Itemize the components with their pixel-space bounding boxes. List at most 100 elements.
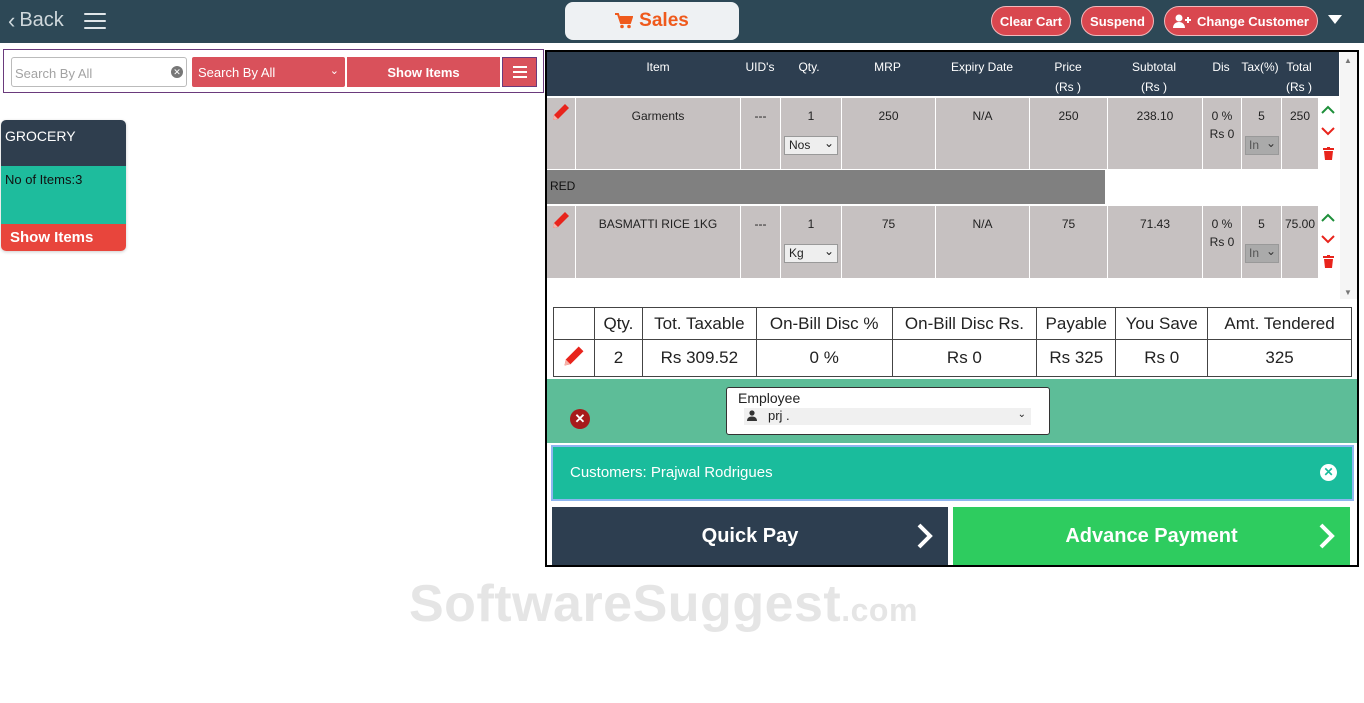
category-item-count: No of Items:3 xyxy=(1,166,126,224)
col-tax: Tax(%) xyxy=(1241,60,1279,74)
move-up-icon[interactable] xyxy=(1321,105,1335,115)
summary-tendered[interactable]: 325 xyxy=(1207,339,1352,377)
tax-value: 5 xyxy=(1258,217,1265,231)
cart-item-name: Garments xyxy=(575,98,740,169)
unit-select[interactable]: Nos ⌄ xyxy=(784,136,838,155)
arrow-right-icon xyxy=(1319,523,1335,549)
cart-item-name: BASMATTI RICE 1KG xyxy=(575,206,740,278)
cancel-icon[interactable]: ✕ xyxy=(570,409,590,429)
qty-value[interactable]: 1 xyxy=(781,217,841,231)
delete-icon[interactable] xyxy=(1323,255,1334,268)
suspend-button[interactable]: Suspend xyxy=(1081,6,1154,36)
cart-panel: Item UID's Qty. MRP Expiry Date Price (Rs… xyxy=(545,50,1359,567)
employee-select[interactable]: prj . ⌄ xyxy=(744,408,1031,425)
advance-payment-label: Advance Payment xyxy=(1065,524,1238,547)
cart-table: Item UID's Qty. MRP Expiry Date Price (Rs… xyxy=(547,52,1357,299)
show-items-button[interactable]: Show Items xyxy=(347,57,500,87)
cart-item-qty: 1 Kg ⌄ xyxy=(780,206,841,278)
summary-taxable: Rs 309.52 xyxy=(641,339,757,377)
summary-header: Tot. Taxable xyxy=(641,307,757,340)
summary-edit-cell xyxy=(553,339,595,377)
col-price: Price (Rs ) xyxy=(1030,57,1106,97)
scroll-down-icon[interactable]: ▼ xyxy=(1344,288,1352,297)
employee-strip: ✕ Employee prj . ⌄ xyxy=(547,379,1357,443)
quick-pay-button[interactable]: Quick Pay xyxy=(552,507,948,565)
page-title: Sales xyxy=(639,10,689,31)
back-chevron-icon: ‹ xyxy=(8,7,16,33)
cart-item-expiry: N/A xyxy=(935,98,1029,169)
cart-item-total: 75.00 xyxy=(1281,206,1318,278)
back-button[interactable]: ‹ Back xyxy=(8,9,64,32)
cart-item-price[interactable]: 250 xyxy=(1029,98,1107,169)
summary-qty: 2 xyxy=(593,339,643,377)
summary-header: Payable xyxy=(1036,307,1117,340)
customer-strip: Customers: Prajwal Rodrigues ✕ xyxy=(551,445,1354,501)
change-customer-button[interactable]: Change Customer xyxy=(1164,6,1318,36)
back-label: Back xyxy=(19,9,64,31)
caret-down-icon[interactable] xyxy=(1328,15,1342,24)
clear-cart-button[interactable]: Clear Cart xyxy=(991,6,1071,36)
close-icon[interactable]: ✕ xyxy=(1320,464,1337,481)
change-customer-label: Change Customer xyxy=(1197,13,1309,29)
summary-header: Qty. xyxy=(593,307,643,340)
col-total-label: Total xyxy=(1286,60,1312,74)
delete-icon[interactable] xyxy=(1323,147,1334,160)
scroll-up-icon[interactable]: ▲ xyxy=(1344,56,1352,65)
clear-search-icon[interactable]: ✕ xyxy=(171,66,183,78)
summary-values-row: 2 Rs 309.52 0 % Rs 0 Rs 325 Rs 0 325 xyxy=(553,339,1352,377)
tax-type-select[interactable]: In ⌄ xyxy=(1245,244,1279,263)
summary-header: You Save xyxy=(1115,307,1209,340)
category-show-items-button[interactable]: Show Items xyxy=(1,224,126,251)
row-actions xyxy=(1318,206,1339,278)
cart-item-total: 250 xyxy=(1281,98,1318,169)
col-subtotal-unit: (Rs ) xyxy=(1141,80,1167,94)
cart-item-tax: 5 In ⌄ xyxy=(1241,206,1281,278)
search-input[interactable] xyxy=(15,62,163,84)
summary-disc-rs[interactable]: Rs 0 xyxy=(891,339,1038,377)
bill-summary-table: Qty. Tot. Taxable On-Bill Disc % On-Bill… xyxy=(553,307,1352,377)
unit-select[interactable]: Kg ⌄ xyxy=(784,244,838,263)
cart-header: Item UID's Qty. MRP Expiry Date Price (Rs… xyxy=(547,52,1339,96)
category-card: GROCERY No of Items:3 Show Items xyxy=(1,120,126,251)
col-subtotal-label: Subtotal xyxy=(1131,60,1177,74)
qty-value[interactable]: 1 xyxy=(781,109,841,123)
sales-tab[interactable]: Sales xyxy=(565,2,739,40)
cart-row: BASMATTI RICE 1KG --- 1 Kg ⌄ 75 N/A 75 71… xyxy=(547,206,1339,278)
col-total-unit: (Rs ) xyxy=(1286,80,1312,94)
chevron-down-icon: ⌄ xyxy=(1265,244,1276,258)
category-name: GROCERY xyxy=(1,120,126,166)
cart-item-discount[interactable]: 0 % Rs 0 xyxy=(1202,98,1241,169)
employee-value: prj . xyxy=(768,408,790,423)
employee-field: Employee prj . ⌄ xyxy=(726,387,1050,435)
move-down-icon[interactable] xyxy=(1321,126,1335,136)
cart-item-mrp: 75 xyxy=(841,206,935,278)
top-navbar: ‹ Back Sales Clear Cart Suspend Change C… xyxy=(0,0,1364,43)
edit-icon[interactable] xyxy=(561,343,587,369)
cart-item-uid: --- xyxy=(740,206,780,278)
cart-item-subtotal: 71.43 xyxy=(1107,206,1202,278)
search-field: ✕ xyxy=(11,57,187,87)
move-down-icon[interactable] xyxy=(1321,234,1335,244)
watermark-suffix: .com xyxy=(841,592,918,628)
list-icon[interactable] xyxy=(502,57,537,87)
hamburger-icon[interactable] xyxy=(84,13,106,29)
cart-scrollbar[interactable]: ▲ ▼ xyxy=(1340,52,1357,299)
watermark-main: SoftwareSuggest xyxy=(409,575,842,633)
search-by-select[interactable]: Search By All ⌄ xyxy=(192,57,345,87)
chevron-down-icon: ⌄ xyxy=(1017,409,1026,420)
cart-item-discount[interactable]: 0 % Rs 0 xyxy=(1202,206,1241,278)
cart-item-expiry: N/A xyxy=(935,206,1029,278)
tax-type-select[interactable]: In ⌄ xyxy=(1245,136,1279,155)
col-price-unit: (Rs ) xyxy=(1055,80,1081,94)
cart-item-price[interactable]: 75 xyxy=(1029,206,1107,278)
advance-payment-button[interactable]: Advance Payment xyxy=(953,507,1350,565)
chevron-down-icon: ⌄ xyxy=(823,244,834,258)
discount-rs: Rs 0 xyxy=(1209,235,1235,249)
move-up-icon[interactable] xyxy=(1321,213,1335,223)
cart-item-tax: 5 In ⌄ xyxy=(1241,98,1281,169)
summary-disc-pct[interactable]: 0 % xyxy=(755,339,893,377)
quick-pay-label: Quick Pay xyxy=(701,524,799,547)
edit-icon[interactable] xyxy=(550,101,572,126)
col-qty: Qty. xyxy=(798,60,820,74)
edit-icon[interactable] xyxy=(550,209,572,234)
